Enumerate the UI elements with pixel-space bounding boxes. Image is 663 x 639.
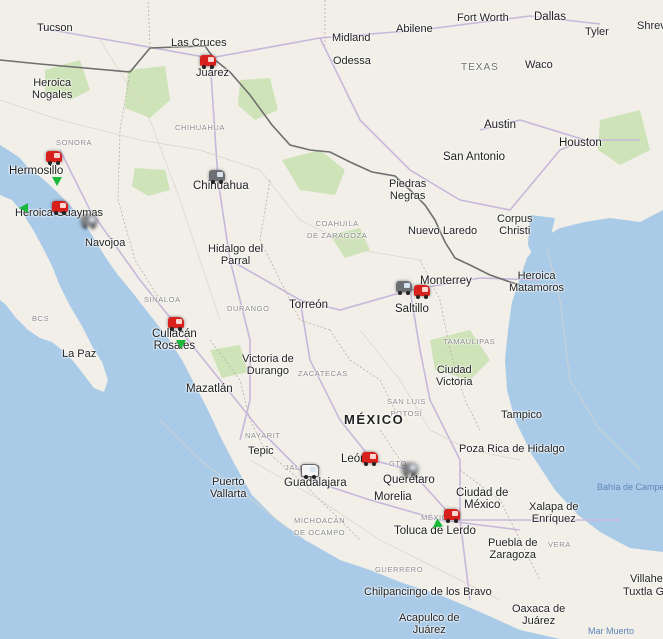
label-acapulco: Acapulco de Juárez <box>399 612 460 636</box>
map-view[interactable]: Tucson Las Cruces Juárez Midland Abilene… <box>0 0 663 639</box>
label-coahuila: COAHUILA DE ZARAGOZA <box>307 219 368 240</box>
label-navojoa: Navojoa <box>85 237 126 249</box>
label-bcs: BCS <box>32 314 50 323</box>
label-tamaulipas: TAMAULIPAS <box>443 337 496 346</box>
label-abilene: Abilene <box>396 23 433 35</box>
vehicle-marker-monterrey-2[interactable] <box>411 282 433 300</box>
label-chihuahua-state: CHIHUAHUA <box>175 123 225 132</box>
label-ciudad-mexico: Ciudad de México <box>456 487 509 511</box>
label-nuevo-laredo: Nuevo Laredo <box>408 225 478 237</box>
label-chilpancingo: Chilpancingo de los Bravo <box>364 586 492 598</box>
label-tyler: Tyler <box>585 26 609 38</box>
label-odessa: Odessa <box>333 55 371 67</box>
vehicle-marker-culiacan[interactable] <box>165 314 187 332</box>
label-tampico: Tampico <box>501 409 542 421</box>
label-mexico: MÉXICO <box>344 412 405 427</box>
vehicle-marker-mexico-city[interactable] <box>441 506 463 524</box>
label-la-paz: La Paz <box>62 348 97 360</box>
label-oaxaca: Oaxaca de Juárez <box>512 603 566 627</box>
vehicle-marker-guadalajara[interactable] <box>299 462 321 480</box>
label-dallas: Dallas <box>534 11 566 23</box>
label-puebla: Puebla de Zaragoza <box>488 537 538 561</box>
direction-arrow-icon <box>19 203 28 213</box>
label-waco: Waco <box>525 59 553 71</box>
label-michoacan: MICHOACÁN DE OCAMPO <box>294 516 346 537</box>
label-tucson: Tucson <box>37 22 73 34</box>
label-saltillo: Saltillo <box>395 303 429 315</box>
label-bahia-campeche: Bahía de Campe <box>597 482 663 492</box>
label-guerrero: GUERRERO <box>375 565 424 574</box>
label-durango-state: DURANGO <box>227 304 270 313</box>
label-corpus-christi: Corpus Christi <box>497 213 533 237</box>
label-poza-rica: Poza Rica de Hidalgo <box>459 443 565 455</box>
label-heroica-nogales: Heroica Nogales <box>32 77 73 101</box>
label-hermosillo: Hermosillo <box>9 165 64 177</box>
label-victoria-durango: Victoria de Durango <box>242 353 294 377</box>
label-shreveport: Shrev <box>637 20 663 32</box>
vehicle-marker-leon[interactable] <box>359 449 381 467</box>
label-villahermosa: Villahe <box>630 573 663 585</box>
label-morelia: Morelia <box>374 491 412 503</box>
vehicle-marker-juarez[interactable] <box>197 52 219 70</box>
label-tepic: Tepic <box>248 445 274 457</box>
label-texas: TEXAS <box>461 62 499 73</box>
vehicle-marker-chihuahua[interactable] <box>206 167 228 185</box>
label-houston: Houston <box>559 137 602 149</box>
label-tuxtla: Tuxtla Gu <box>623 586 663 598</box>
label-mar-muerto: Mar Muerto <box>588 626 635 636</box>
label-torreon: Torreón <box>289 299 328 311</box>
label-heroica-matamoros: Heroica Matamoros <box>509 270 565 294</box>
label-puerto-vallarta: Puerto Vallarta <box>210 476 247 500</box>
label-fort-worth: Fort Worth <box>457 12 509 24</box>
label-mazatlan: Mazatlán <box>186 383 233 395</box>
vehicle-marker-hermosillo[interactable] <box>43 148 65 166</box>
label-ciudad-victoria: Ciudad Victoria <box>436 364 473 388</box>
label-zacatecas: ZACATECAS <box>298 369 348 378</box>
label-las-cruces: Las Cruces <box>171 37 227 49</box>
label-midland: Midland <box>332 32 371 44</box>
label-san-antonio: San Antonio <box>443 151 506 163</box>
label-nayarit: NAYARIT <box>245 431 281 440</box>
label-piedras-negras: Piedras Negras <box>389 178 427 202</box>
vehicle-marker-guaymas[interactable] <box>49 198 71 216</box>
vehicle-marker-guaymas-2[interactable] <box>78 212 100 230</box>
vehicle-marker-queretaro[interactable] <box>399 460 421 478</box>
label-sinaloa: SINALOA <box>144 295 181 304</box>
label-veracruz: VERA <box>548 540 571 549</box>
direction-arrow-icon <box>52 177 62 186</box>
label-hidalgo-parral: Hidalgo del Parral <box>208 243 264 267</box>
label-xalapa: Xalapa de Enríquez <box>529 501 579 525</box>
label-austin: Austin <box>484 119 516 131</box>
direction-arrow-icon <box>176 340 186 349</box>
